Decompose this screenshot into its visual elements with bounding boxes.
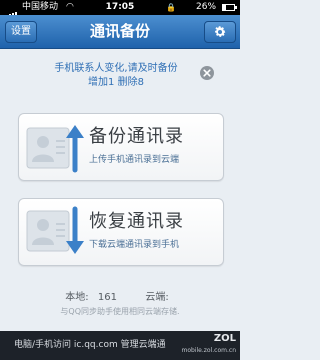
local-count-label: 本地: bbox=[65, 292, 89, 303]
footer-bar: 电脑/手机访问 ic.qq.com 管理云端通 ZOL mobile.zol.c… bbox=[0, 331, 240, 360]
nav-bar: 设置 通讯备份 bbox=[0, 15, 240, 49]
backup-contacts-button[interactable]: 备份通讯录 上传手机通讯录到云端 bbox=[18, 113, 224, 181]
change-notice: 手机联系人变化,请及时备份 增加1 删除8 bbox=[38, 62, 194, 90]
close-icon bbox=[203, 69, 211, 77]
gear-icon bbox=[215, 26, 226, 37]
notice-message: 手机联系人变化,请及时备份 bbox=[54, 63, 178, 74]
restore-title: 恢复通讯录 bbox=[89, 211, 184, 232]
backup-subtitle: 上传手机通讯录到云端 bbox=[89, 155, 180, 165]
contact-count-stats: 本地: 161 云端: bbox=[0, 288, 240, 303]
backup-title: 备份通讯录 bbox=[89, 126, 184, 147]
gear-button[interactable] bbox=[204, 21, 236, 43]
local-count-value: 161 bbox=[97, 292, 117, 303]
status-bar: 中国移动 ◠ 17:05 🔒 26% bbox=[0, 0, 240, 19]
restore-subtitle: 下载云端通讯录到手机 bbox=[89, 240, 180, 250]
contact-download-icon bbox=[26, 206, 84, 254]
footer-text: 电脑/手机访问 ic.qq.com 管理云端通 bbox=[14, 340, 166, 350]
lock-icon: 🔒 bbox=[166, 3, 176, 12]
notice-counts: 增加1 删除8 bbox=[88, 77, 144, 88]
contact-upload-icon bbox=[26, 125, 84, 173]
watermark-url: mobile.zol.com.cn bbox=[181, 347, 236, 354]
battery-percent: 26% bbox=[196, 2, 217, 12]
dismiss-notice-button[interactable] bbox=[200, 66, 214, 80]
restore-contacts-button[interactable]: 恢复通讯录 下载云端通讯录到手机 bbox=[18, 198, 224, 266]
sync-hint: 与QQ同步助手使用相同云端存储. bbox=[60, 307, 180, 316]
battery-icon bbox=[222, 4, 237, 11]
cloud-count-label: 云端: bbox=[145, 292, 169, 303]
watermark-logo: ZOL bbox=[213, 333, 236, 344]
watermark: ZOL mobile.zol.com.cn bbox=[182, 333, 236, 356]
